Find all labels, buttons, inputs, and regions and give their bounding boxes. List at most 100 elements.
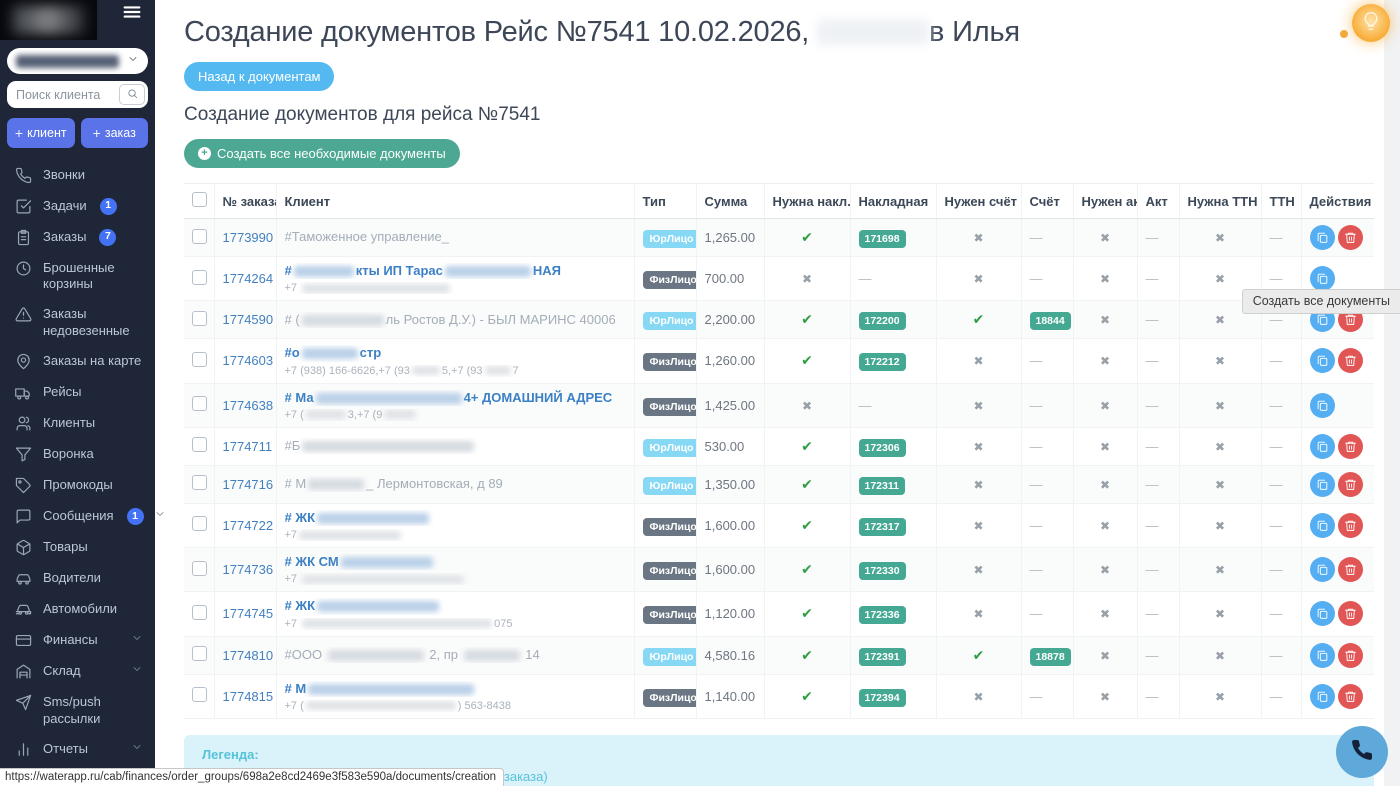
sidebar-item[interactable]: Заказы на карте: [0, 347, 155, 378]
hint-lightbulb-button[interactable]: [1352, 4, 1390, 42]
create-documents-button[interactable]: [1310, 557, 1335, 582]
create-all-documents-button[interactable]: + Создать все необходимые документы: [184, 139, 460, 168]
organization-select[interactable]: [7, 48, 148, 74]
row-checkbox[interactable]: [192, 561, 207, 576]
order-number-link[interactable]: 1774638: [223, 398, 274, 413]
create-documents-button[interactable]: [1310, 266, 1335, 291]
select-all-checkbox[interactable]: [192, 192, 207, 207]
sidebar-item[interactable]: Задачи1: [0, 191, 155, 222]
empty-dash: —: [1030, 606, 1043, 621]
sidebar-item[interactable]: Финансы: [0, 626, 155, 657]
row-checkbox[interactable]: [192, 229, 207, 244]
order-number-link[interactable]: 1774603: [223, 353, 274, 368]
row-checkbox[interactable]: [192, 270, 207, 285]
sidebar-item[interactable]: Брошенные корзины: [0, 253, 155, 300]
row-checkbox[interactable]: [192, 475, 207, 490]
client-name[interactable]: # ЖК: [285, 510, 626, 526]
table-row: 1773990#Таможенное управление_ЮрЛицо1,26…: [184, 219, 1374, 257]
search-input[interactable]: [10, 88, 119, 102]
client-name: #Б: [285, 438, 626, 454]
create-documents-button[interactable]: [1310, 643, 1335, 668]
column-header: Счёт: [1021, 184, 1073, 219]
order-number-link[interactable]: 1774711: [223, 439, 273, 454]
order-number-link[interactable]: 1774736: [223, 562, 274, 577]
order-number-link[interactable]: 1774264: [223, 271, 274, 286]
scrollbar-track[interactable]: [1384, 0, 1400, 786]
column-header: Нужна накл.: [764, 184, 850, 219]
order-number-link[interactable]: 1774810: [223, 648, 274, 663]
call-fab-button[interactable]: [1336, 726, 1388, 778]
delete-documents-button[interactable]: [1338, 557, 1363, 582]
client-name[interactable]: # ЖК: [285, 598, 626, 614]
client-phones: +7 (3,+7 (9: [285, 409, 626, 421]
client-name[interactable]: #кты ИП ТарасНАЯ: [285, 263, 626, 279]
sidebar-item[interactable]: Склад: [0, 657, 155, 688]
sidebar-item[interactable]: Сообщения1: [0, 502, 155, 533]
order-number-link[interactable]: 1774815: [223, 689, 274, 704]
delete-documents-button[interactable]: [1338, 348, 1363, 373]
order-number-link[interactable]: 1773990: [223, 230, 274, 245]
row-checkbox[interactable]: [192, 352, 207, 367]
sidebar-item[interactable]: Отчеты: [0, 734, 155, 765]
sidebar-item[interactable]: Промокоды: [0, 471, 155, 502]
client-name[interactable]: # ЖК СМ: [285, 554, 626, 570]
delete-documents-button[interactable]: [1338, 643, 1363, 668]
delete-documents-button[interactable]: [1338, 513, 1363, 538]
redacted-text: [302, 315, 384, 326]
create-documents-button[interactable]: [1310, 513, 1335, 538]
check-icon: ✔: [973, 647, 985, 663]
row-checkbox[interactable]: [192, 646, 207, 661]
row-checkbox[interactable]: [192, 687, 207, 702]
create-documents-button[interactable]: [1310, 472, 1335, 497]
back-to-documents-button[interactable]: Назад к документам: [184, 62, 334, 91]
table-row: 1774711#БЮрЛицо530.00✔172306✖—✖—✖—: [184, 427, 1374, 465]
sidebar-item[interactable]: Воронка: [0, 440, 155, 471]
create-documents-button[interactable]: [1310, 434, 1335, 459]
sidebar-item[interactable]: Водители: [0, 564, 155, 595]
sidebar-item[interactable]: Автомобили: [0, 595, 155, 626]
add-client-button[interactable]: +клиент: [7, 118, 75, 148]
sidebar-item[interactable]: Sms/push рассылки: [0, 688, 155, 735]
cross-icon: ✖: [973, 519, 983, 533]
order-number-link[interactable]: 1774745: [223, 606, 274, 621]
client-name[interactable]: # Ма4+ ДОМАШНИЙ АДРЕС: [285, 390, 626, 406]
delete-documents-button[interactable]: [1338, 601, 1363, 626]
sidebar-item-label: Товары: [43, 539, 88, 556]
create-documents-button[interactable]: [1310, 225, 1335, 250]
cross-icon: ✖: [973, 563, 983, 577]
order-number-link[interactable]: 1774590: [223, 312, 274, 327]
search-button[interactable]: [119, 84, 145, 105]
phone-icon: [1350, 738, 1374, 767]
row-checkbox[interactable]: [192, 437, 207, 452]
row-checkbox[interactable]: [192, 605, 207, 620]
row-checkbox[interactable]: [192, 396, 207, 411]
order-number-link[interactable]: 1774722: [223, 518, 274, 533]
sidebar-item[interactable]: Клиенты: [0, 409, 155, 440]
client-name[interactable]: # М: [285, 681, 626, 697]
sidebar-item[interactable]: Звонки: [0, 160, 155, 191]
count-badge: 7: [99, 229, 116, 246]
menu-toggle-icon[interactable]: [121, 1, 143, 28]
order-number-link[interactable]: 1774716: [223, 477, 274, 492]
sidebar-item[interactable]: Товары: [0, 533, 155, 564]
create-documents-button[interactable]: [1310, 348, 1335, 373]
sidebar-item[interactable]: Заказы 7: [0, 222, 155, 253]
delete-documents-button[interactable]: [1338, 472, 1363, 497]
sidebar-item-label: Заказы: [43, 229, 86, 246]
sidebar-item[interactable]: Заказы недовезенные: [0, 300, 155, 347]
delete-documents-button[interactable]: [1338, 434, 1363, 459]
delete-documents-button[interactable]: [1338, 225, 1363, 250]
create-documents-button[interactable]: [1310, 684, 1335, 709]
row-checkbox[interactable]: [192, 516, 207, 531]
create-documents-button[interactable]: [1310, 601, 1335, 626]
client-name[interactable]: #остр: [285, 345, 626, 361]
empty-dash: —: [1270, 562, 1283, 577]
create-documents-button[interactable]: [1310, 393, 1335, 418]
add-order-button[interactable]: +заказ: [81, 118, 149, 148]
empty-dash: —: [1270, 353, 1283, 368]
empty-dash: —: [1030, 477, 1043, 492]
row-checkbox[interactable]: [192, 311, 207, 326]
delete-documents-button[interactable]: [1338, 684, 1363, 709]
sidebar-item[interactable]: Рейсы: [0, 378, 155, 409]
table-header: № заказаКлиентТипСуммаНужна накл.Накладн…: [184, 184, 1374, 219]
